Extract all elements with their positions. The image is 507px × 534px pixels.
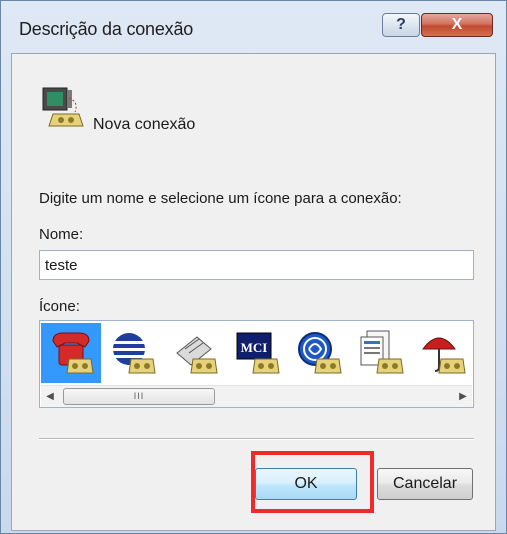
name-label: Nome: <box>39 226 84 243</box>
icon-option-globe[interactable] <box>103 323 163 383</box>
icon-option-mci[interactable]: MCI <box>227 323 287 383</box>
ok-button[interactable]: OK <box>255 468 357 500</box>
close-button[interactable]: X <box>421 13 493 37</box>
scroll-right-arrow-icon[interactable]: ▶ <box>454 386 472 407</box>
connection-name: Nova conexão <box>93 116 196 133</box>
icon-option-documents[interactable] <box>351 323 411 383</box>
fax-phone-icon <box>176 336 218 374</box>
instruction-text: Digite um nome e selecione um ícone para… <box>39 190 402 207</box>
icon-option-fax[interactable] <box>165 323 225 383</box>
red-phone-icon <box>52 332 94 374</box>
icon-option-red-phone[interactable] <box>41 323 101 383</box>
cancel-button[interactable]: Cancelar <box>377 468 473 500</box>
icon-option-ge[interactable] <box>289 323 349 383</box>
dialog-body: Nova conexão Digite um nome e selecione … <box>11 53 496 531</box>
icon-list[interactable]: MCI ◀ III ▶ <box>39 320 474 408</box>
icon-list-scrollbar[interactable]: ◀ III ▶ <box>41 385 472 407</box>
ge-phone-icon <box>298 332 342 374</box>
title-bar[interactable]: Descrição da conexão ? X <box>1 1 506 47</box>
separator <box>39 438 474 440</box>
umbrella-phone-icon <box>422 337 466 374</box>
scroll-thumb[interactable]: III <box>63 388 215 405</box>
connection-description-dialog: Descrição da conexão ? X Nova conexão Di… <box>0 0 507 534</box>
documents-phone-icon <box>360 330 404 374</box>
mci-logo-text: MCI <box>241 340 268 355</box>
connection-phone-icon <box>42 87 84 127</box>
mci-phone-icon: MCI <box>236 332 280 374</box>
name-input[interactable] <box>39 250 474 280</box>
dialog-title: Descrição da conexão <box>19 19 194 39</box>
help-button[interactable]: ? <box>382 13 420 37</box>
globe-phone-icon <box>113 333 156 374</box>
icon-label: Ícone: <box>39 298 80 315</box>
icon-option-umbrella[interactable] <box>413 323 473 383</box>
scroll-left-arrow-icon[interactable]: ◀ <box>41 386 59 407</box>
